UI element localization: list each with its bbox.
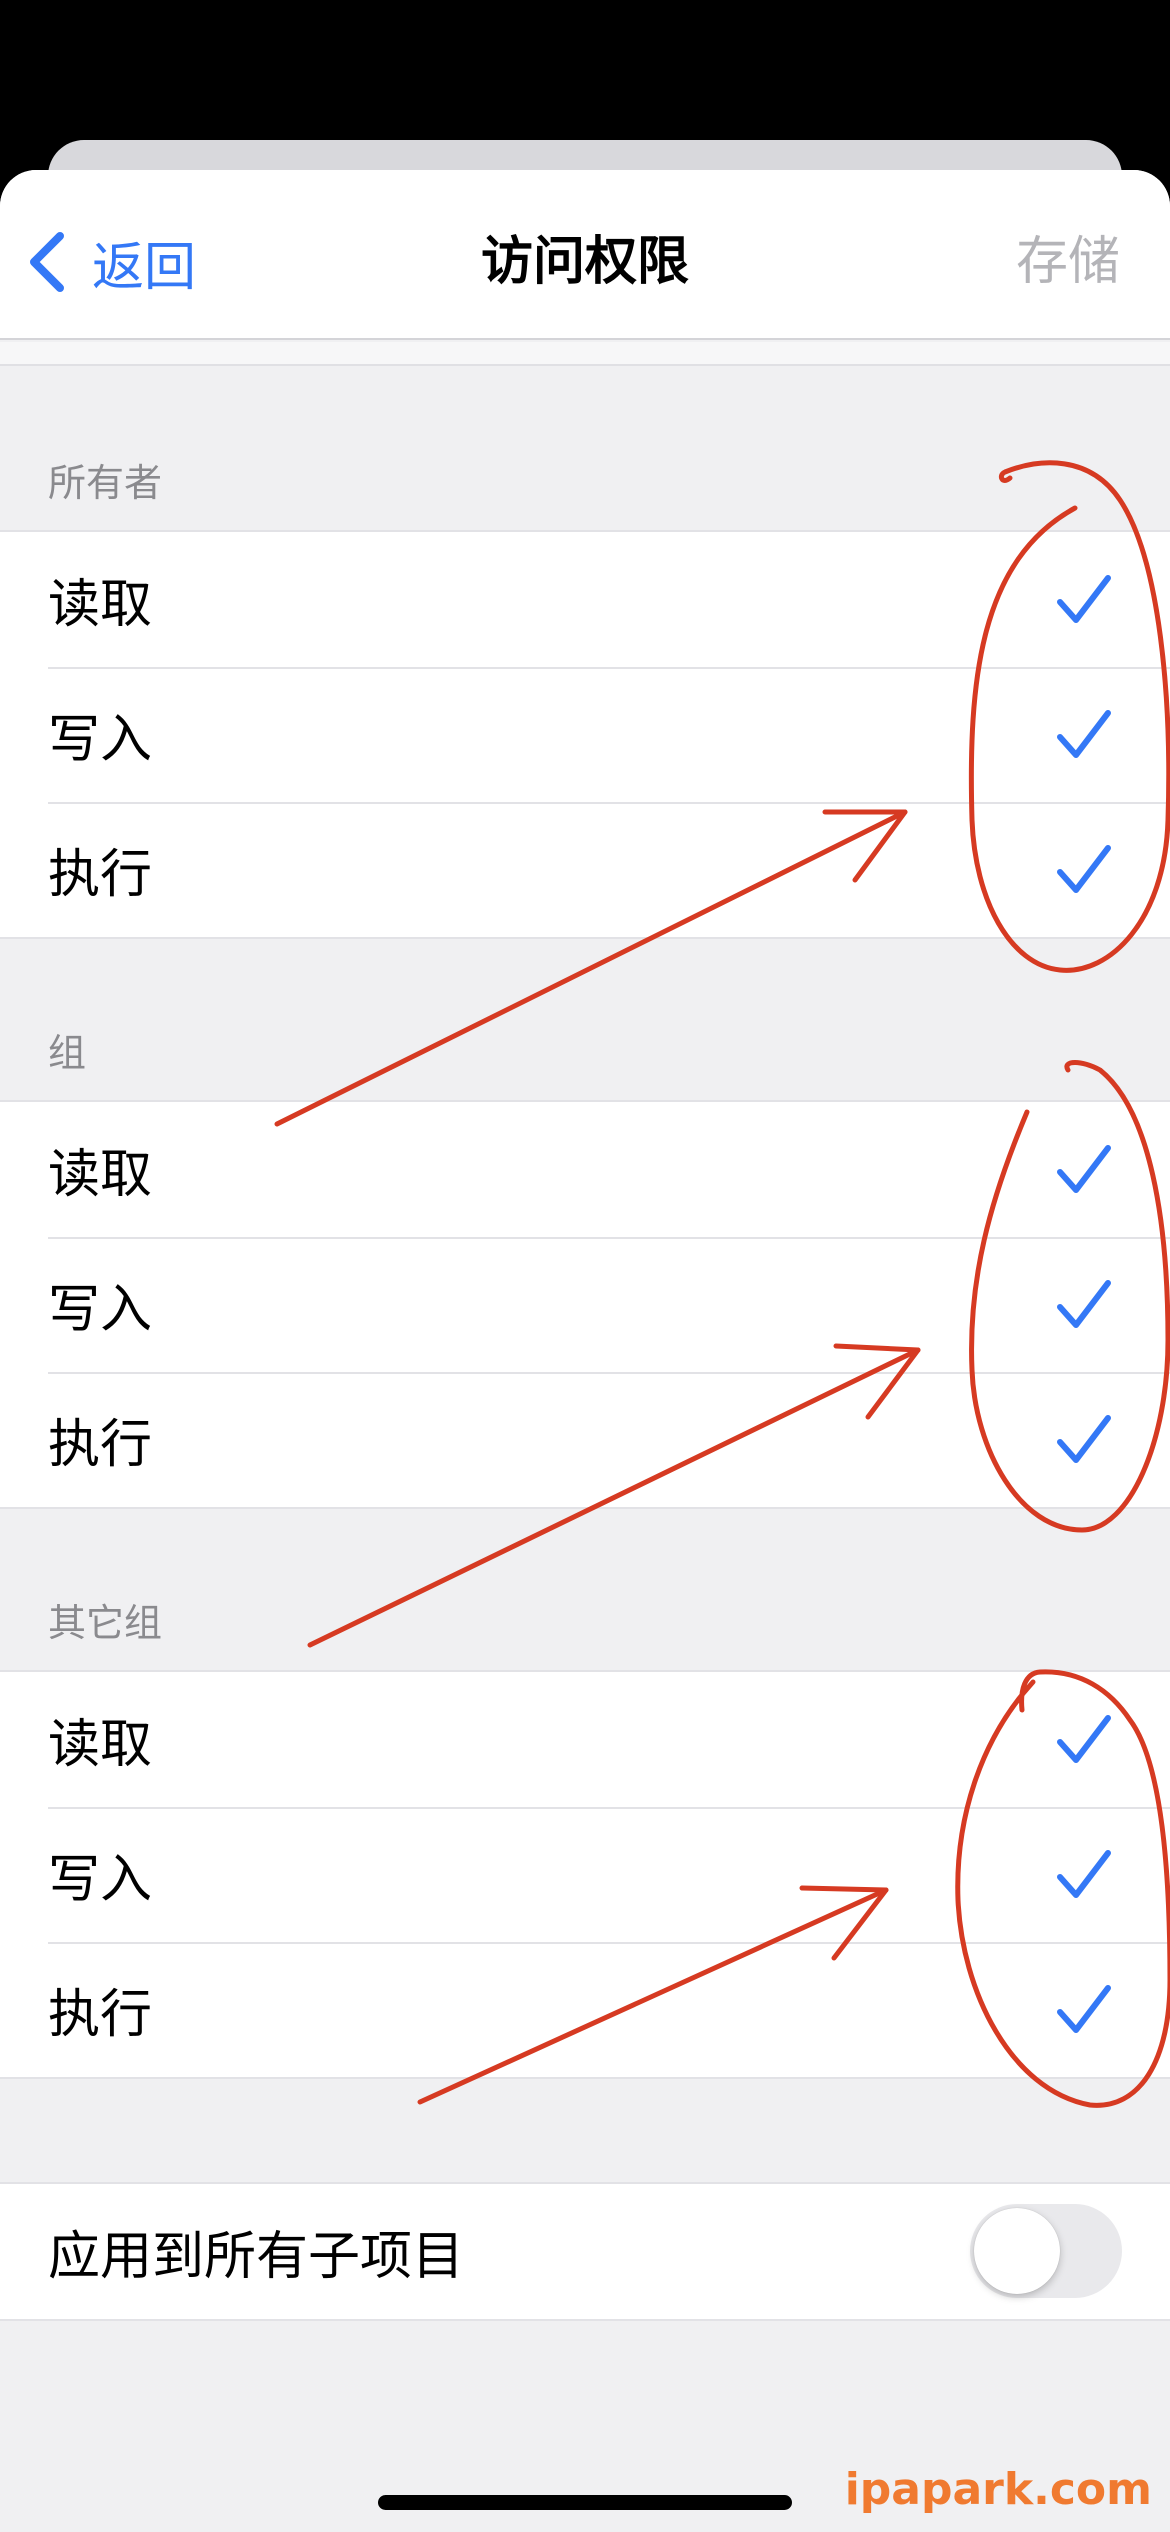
group-write-row[interactable]: 写入 <box>0 1237 1170 1372</box>
others-permission-group: 读取 写入 执行 <box>0 1670 1170 2079</box>
row-label: 写入 <box>48 1850 153 1910</box>
checkmark-icon <box>1057 1850 1111 1898</box>
checkmark-icon <box>1057 845 1111 893</box>
row-label: 读取 <box>48 1145 153 1205</box>
owner-read-row[interactable]: 读取 <box>0 532 1170 667</box>
checkmark-icon <box>1057 1715 1111 1763</box>
owner-write-row[interactable]: 写入 <box>0 667 1170 802</box>
header-divider-strip <box>0 342 1170 366</box>
checkmark-icon <box>1057 710 1111 758</box>
group-read-row[interactable]: 读取 <box>0 1102 1170 1237</box>
row-label: 读取 <box>48 575 153 635</box>
row-label: 写入 <box>48 1280 153 1340</box>
checkmark-icon <box>1057 1280 1111 1328</box>
home-indicator <box>378 2495 792 2510</box>
apply-all-group: 应用到所有子项目 <box>0 2182 1170 2321</box>
page-title: 访问权限 <box>480 232 689 292</box>
row-label: 执行 <box>48 1985 153 2045</box>
permissions-sheet: 返回 访问权限 存储 所有者 读取 写入 执行 组 读取 写入 执行 其它组 读… <box>0 170 1170 2532</box>
checkmark-icon <box>1057 1415 1111 1463</box>
row-label: 执行 <box>48 845 153 905</box>
apply-all-row: 应用到所有子项目 <box>0 2184 1170 2319</box>
row-label: 执行 <box>48 1415 153 1475</box>
others-write-row[interactable]: 写入 <box>0 1807 1170 1942</box>
save-button[interactable]: 存储 <box>1016 222 1120 302</box>
watermark: ipapark.com <box>844 2464 1152 2515</box>
screen: 返回 访问权限 存储 所有者 读取 写入 执行 组 读取 写入 执行 其它组 读… <box>0 0 1170 2532</box>
checkmark-icon <box>1057 1145 1111 1193</box>
section-header-others: 其它组 <box>48 1601 163 1645</box>
owner-permission-group: 读取 写入 执行 <box>0 530 1170 939</box>
apply-all-toggle[interactable] <box>970 2204 1122 2298</box>
others-execute-row[interactable]: 执行 <box>0 1942 1170 2077</box>
checkmark-icon <box>1057 1985 1111 2033</box>
checkmark-icon <box>1057 575 1111 623</box>
navigation-bar: 返回 访问权限 存储 <box>0 170 1170 340</box>
group-execute-row[interactable]: 执行 <box>0 1372 1170 1507</box>
row-label: 写入 <box>48 710 153 770</box>
section-header-group: 组 <box>48 1031 87 1075</box>
row-label: 读取 <box>48 1715 153 1775</box>
group-permission-group: 读取 写入 执行 <box>0 1100 1170 1509</box>
owner-execute-row[interactable]: 执行 <box>0 802 1170 937</box>
others-read-row[interactable]: 读取 <box>0 1672 1170 1807</box>
section-header-owner: 所有者 <box>48 461 163 505</box>
apply-all-label: 应用到所有子项目 <box>48 2227 465 2287</box>
toggle-knob <box>974 2208 1060 2294</box>
